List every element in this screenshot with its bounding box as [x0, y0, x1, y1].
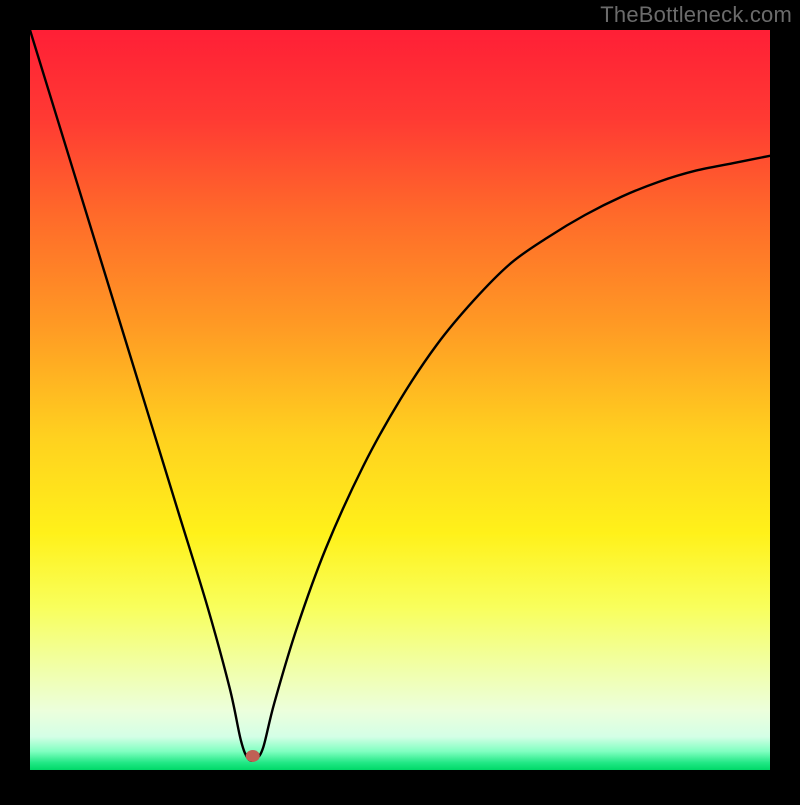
- watermark-text: TheBottleneck.com: [600, 2, 792, 28]
- stage: TheBottleneck.com: [0, 0, 800, 800]
- optimal-point-marker: [246, 750, 260, 762]
- bottleneck-chart: [0, 0, 800, 800]
